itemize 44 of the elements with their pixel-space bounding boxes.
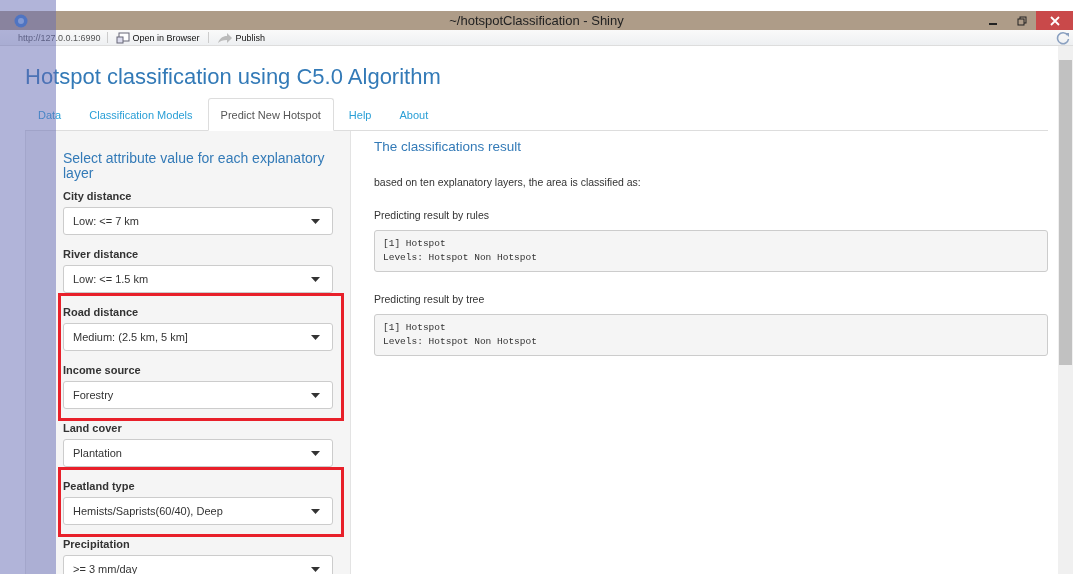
select-dropdown[interactable]: Plantation xyxy=(63,439,333,467)
select-dropdown[interactable]: Hemists/Saprists(60/40), Deep xyxy=(63,497,333,525)
globe-icon xyxy=(14,13,28,28)
close-button[interactable] xyxy=(1036,11,1073,30)
field-label: Peatland type xyxy=(63,479,136,494)
caret-icon xyxy=(311,508,320,514)
caret-icon xyxy=(311,450,320,456)
output-line: [1] Hotspot xyxy=(383,237,447,251)
select-dropdown[interactable]: Forestry xyxy=(63,381,333,409)
field-label: City distance xyxy=(63,189,133,204)
tab[interactable]: Predict New Hotspot xyxy=(207,98,334,131)
result-heading: The classifications result xyxy=(374,139,523,154)
intro-text: based on ten explanatory layers, the area is classified as: xyxy=(374,176,642,188)
caret-icon xyxy=(311,566,320,572)
window-title: ~/hotspotClassification - Shiny xyxy=(449,13,624,28)
url-text: http://127.0.0.1:6990 xyxy=(18,32,101,43)
close-icon xyxy=(1049,15,1060,26)
select-dropdown[interactable]: Low: <= 7 km xyxy=(63,207,333,235)
page-title: Hotspot classification using C5.0 Algorithm xyxy=(25,64,442,90)
select-dropdown[interactable]: Low: <= 1.5 km xyxy=(63,265,333,293)
windows-icon xyxy=(115,31,130,44)
scrollbar[interactable] xyxy=(1058,46,1073,574)
minimize-icon xyxy=(988,23,997,25)
publish-button[interactable]: Publish xyxy=(214,31,268,44)
field-label: Road distance xyxy=(63,305,140,320)
field-label: Land cover xyxy=(63,421,123,436)
output-line: Levels: Hotspot Non Hotspot xyxy=(383,251,538,265)
caret-icon xyxy=(311,392,320,398)
caret-icon xyxy=(311,276,320,282)
output-line: [1] Hotspot xyxy=(383,321,447,335)
result-label: Predicting result by rules xyxy=(374,209,490,221)
field-label: River distance xyxy=(63,247,140,262)
caret-icon xyxy=(311,334,320,340)
open-in-browser-button[interactable]: Open in Browser xyxy=(113,31,202,44)
result-label: Predicting result by tree xyxy=(374,293,486,305)
arrow-icon xyxy=(216,31,233,44)
sidebar-heading: Select attribute value for each explanatory layer xyxy=(63,151,326,181)
caret-icon xyxy=(311,218,320,224)
restore-icon xyxy=(1016,15,1027,26)
refresh-icon[interactable] xyxy=(1056,30,1070,45)
field-label: Income source xyxy=(63,363,142,378)
output-line: Levels: Hotspot Non Hotspot xyxy=(383,335,538,349)
select-dropdown[interactable]: Medium: (2.5 km, 5 km] xyxy=(63,323,333,351)
field-label: Precipitation xyxy=(63,537,131,552)
